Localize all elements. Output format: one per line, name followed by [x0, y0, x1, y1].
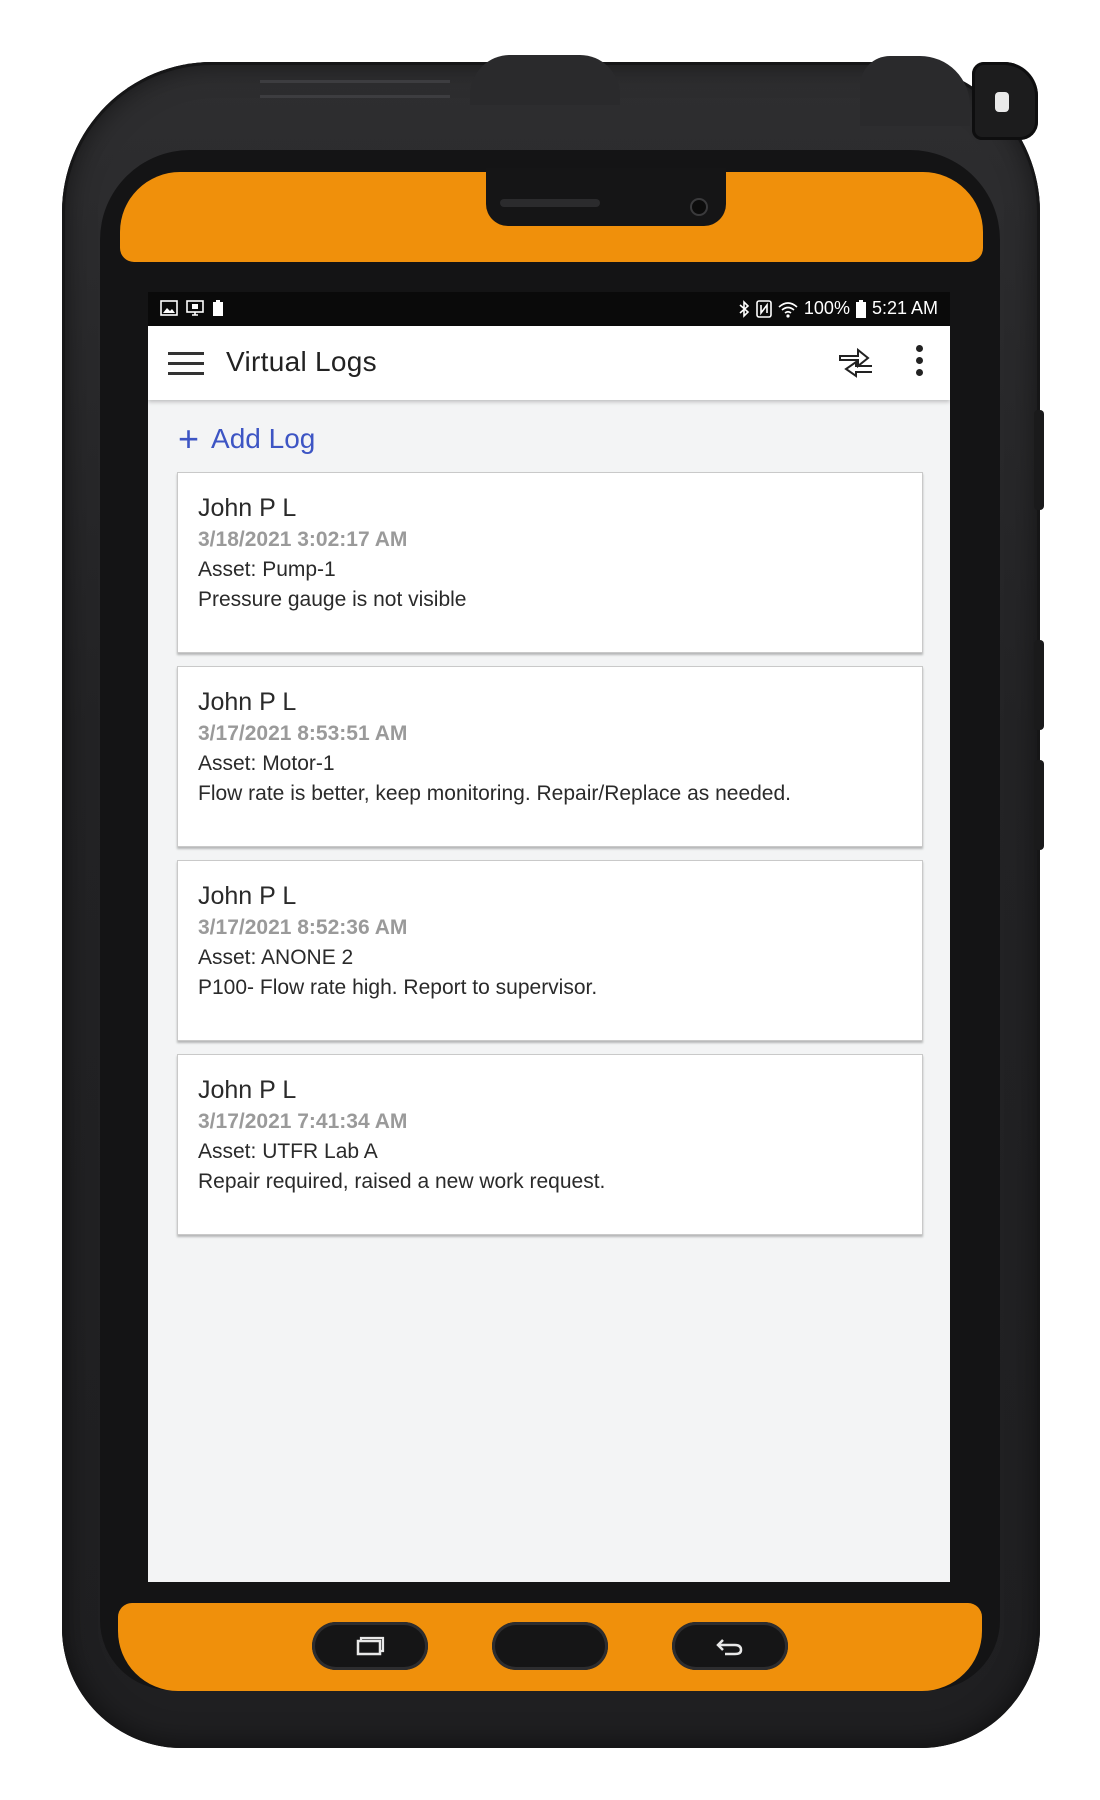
log-timestamp: 3/17/2021 7:41:34 AM: [198, 1110, 408, 1133]
menu-button[interactable]: [168, 346, 204, 380]
nfc-icon: [756, 299, 772, 318]
log-note: Flow rate is better, keep monitoring. Re…: [198, 782, 791, 805]
screen: 100% 5:21 AM Virtual Logs + Add Log John…: [148, 292, 950, 1582]
back-icon: [716, 1639, 743, 1656]
power-button[interactable]: [1034, 640, 1044, 730]
bluetooth-icon: [739, 299, 750, 318]
log-timestamp: 3/17/2021 8:52:36 AM: [198, 916, 408, 939]
image-icon: [160, 300, 178, 316]
home-button[interactable]: [492, 1622, 608, 1670]
log-card[interactable]: John P L 3/17/2021 8:53:51 AM Asset: Mot…: [177, 666, 923, 847]
log-timestamp: 3/17/2021 8:53:51 AM: [198, 722, 408, 745]
log-asset: Asset: ANONE 2: [198, 946, 354, 969]
status-left-icons: [160, 300, 224, 316]
sync-button[interactable]: [836, 344, 876, 380]
cast-icon: [186, 300, 204, 316]
menu-icon: [168, 352, 204, 355]
log-user: John P L: [198, 494, 297, 522]
status-right-icons: 100% 5:21 AM: [738, 298, 938, 319]
log-asset: Asset: UTFR Lab A: [198, 1140, 378, 1163]
device-vent: [260, 80, 450, 98]
page-title: Virtual Logs: [226, 346, 377, 377]
log-timestamp: 3/18/2021 3:02:17 AM: [198, 528, 408, 551]
front-camera: [690, 198, 708, 216]
status-time: 5:21 AM: [871, 298, 938, 318]
plus-icon: +: [178, 418, 200, 459]
log-card[interactable]: John P L 3/17/2021 7:41:34 AM Asset: UTF…: [177, 1054, 923, 1235]
log-card[interactable]: John P L 3/17/2021 8:52:36 AM Asset: ANO…: [177, 860, 923, 1041]
battery-saver-icon: [213, 300, 223, 316]
battery-icon: [855, 299, 866, 318]
log-user: John P L: [198, 1076, 297, 1104]
device-top-hump: [470, 55, 620, 105]
log-note: Pressure gauge is not visible: [198, 588, 467, 611]
log-note: Repair required, raised a new work reque…: [198, 1170, 606, 1193]
recent-apps-icon: [356, 1636, 385, 1656]
add-log-label: Add Log: [211, 423, 316, 454]
log-asset: Asset: Motor-1: [198, 752, 335, 775]
add-log-button[interactable]: + Add Log: [178, 418, 316, 459]
stylus-tip: [995, 92, 1009, 112]
side-key-button[interactable]: [1034, 760, 1044, 850]
volume-button[interactable]: [1034, 410, 1044, 510]
menu-icon-bar: [168, 372, 204, 375]
sync-icon: [839, 347, 872, 378]
recent-apps-button[interactable]: [312, 1622, 428, 1670]
log-user: John P L: [198, 882, 297, 910]
log-user: John P L: [198, 688, 297, 716]
log-asset: Asset: Pump-1: [198, 558, 336, 581]
device-notch: [486, 168, 726, 226]
menu-icon-bar: [168, 362, 204, 365]
more-vert-dot: [915, 357, 923, 364]
battery-percent: 100%: [803, 298, 850, 318]
log-card[interactable]: John P L 3/18/2021 3:02:17 AM Asset: Pum…: [177, 472, 923, 653]
status-bar: 100% 5:21 AM: [148, 292, 950, 326]
more-vert-dot: [915, 369, 923, 376]
log-note: P100- Flow rate high. Report to supervis…: [198, 976, 598, 999]
wifi-icon: [778, 301, 798, 318]
speaker-grille: [500, 199, 600, 207]
tablet-device: 100% 5:21 AM Virtual Logs + Add Log John…: [0, 0, 1100, 1800]
device-top-hump-right: [860, 56, 970, 126]
log-list: John P L 3/18/2021 3:02:17 AM Asset: Pum…: [177, 472, 923, 1248]
more-options-button[interactable]: [910, 342, 928, 382]
back-button[interactable]: [672, 1622, 788, 1670]
app-bar: Virtual Logs: [148, 326, 950, 400]
more-vert-icon: [915, 345, 923, 352]
